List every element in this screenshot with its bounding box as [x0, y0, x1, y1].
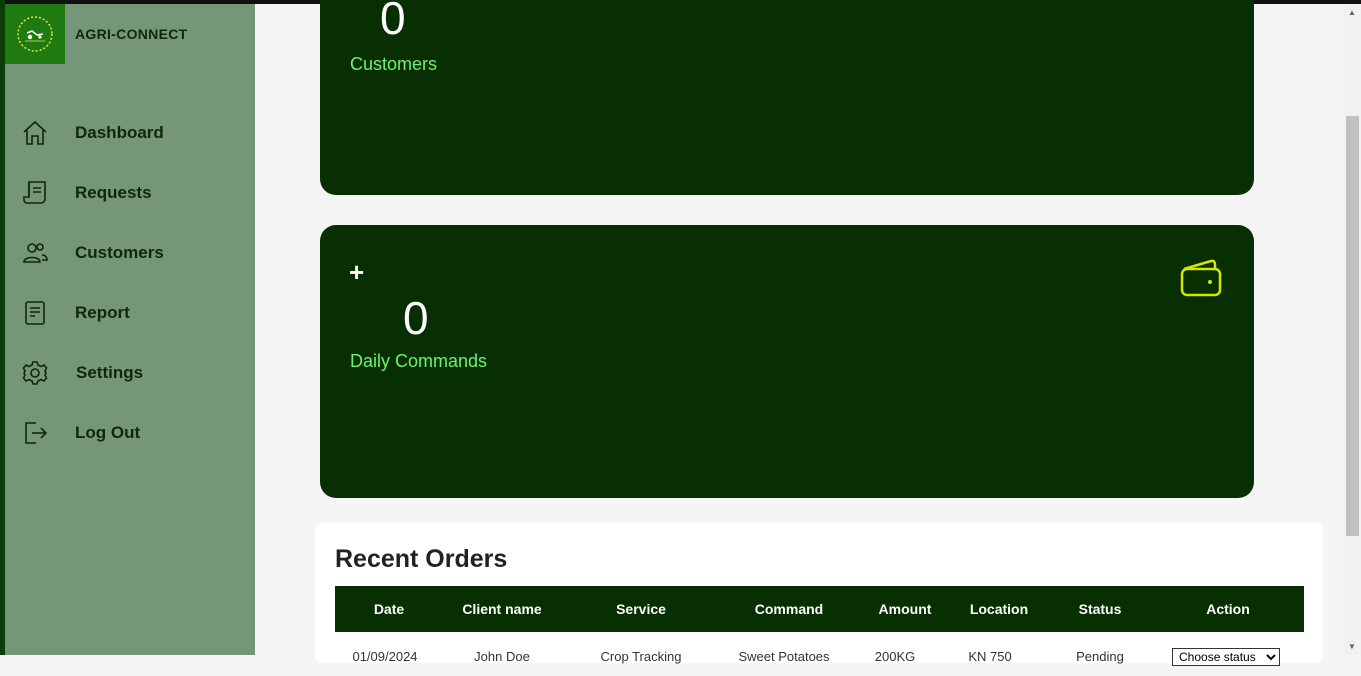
customers-card-label: Customers [350, 54, 438, 74]
sidebar-item-label: Customers [75, 243, 164, 262]
cell-service: Crop Tracking [600, 649, 682, 664]
column-header-service: Service [616, 601, 666, 617]
sidebar-item-settings[interactable]: Settings [5, 351, 255, 395]
daily-commands-count: 0 [403, 292, 429, 344]
daily-commands-card: + 0 Daily Commands [320, 225, 1254, 498]
customers-card: 0 Customers [320, 0, 1254, 195]
sidebar-item-label: Log Out [75, 423, 141, 442]
scroll-up-arrow-icon[interactable]: ▲ [1348, 8, 1356, 17]
plus-sign: + [349, 257, 365, 287]
scroll-down-arrow-icon[interactable]: ▼ [1348, 642, 1356, 651]
sidebar-item-label: Settings [76, 363, 144, 382]
home-icon [21, 119, 49, 147]
column-header-location: Location [969, 601, 1029, 617]
status-select[interactable]: Choose status [1172, 648, 1280, 666]
orders-table-header: Date Client name Service Command Amount … [335, 586, 1304, 632]
daily-commands-label: Daily Commands [350, 351, 488, 371]
customers-count: 0 [380, 0, 406, 44]
document-icon [21, 299, 49, 327]
cell-location: KN 750 [968, 649, 1012, 664]
brand-name: AGRI-CONNECT [75, 26, 188, 42]
scroll-thumb[interactable] [1346, 116, 1359, 536]
sidebar-item-label: Requests [75, 183, 152, 202]
sidebar: AGRI-CONNECT Dashboard Requests Customer… [5, 4, 255, 655]
main-content: 0 Customers + 0 Daily Commands Recent Or… [255, 0, 1344, 666]
column-header-date: Date [373, 601, 405, 617]
sidebar-item-label: Report [75, 303, 130, 322]
cell-status: Pending [1076, 649, 1124, 664]
logout-icon [21, 419, 49, 447]
cell-amount: 200KG [874, 649, 916, 664]
table-row: 01/09/2024 John Doe Crop Tracking Sweet … [335, 646, 1304, 676]
wallet-icon [1178, 257, 1224, 304]
receipt-icon [21, 179, 49, 207]
vertical-scrollbar[interactable]: ▲ ▼ [1344, 4, 1361, 655]
users-icon [21, 239, 49, 267]
tractor-logo-icon[interactable] [5, 4, 65, 64]
recent-orders-panel: Recent Orders Date Client name Service C… [315, 523, 1323, 666]
column-header-action: Action [1206, 601, 1250, 617]
cell-command: Sweet Potatoes [738, 649, 830, 664]
sidebar-item-logout[interactable]: Log Out [5, 411, 255, 455]
column-header-client-name: Client name [462, 601, 542, 617]
cell-client: John Doe [474, 649, 530, 664]
column-header-amount: Amount [878, 601, 932, 617]
sidebar-item-label: Dashboard [75, 123, 164, 142]
sidebar-item-dashboard[interactable]: Dashboard [5, 111, 255, 155]
brand: AGRI-CONNECT [5, 4, 255, 64]
gear-icon [21, 359, 49, 387]
sidebar-item-report[interactable]: Report [5, 291, 255, 335]
recent-orders-title: Recent Orders [335, 545, 508, 573]
column-header-command: Command [754, 601, 824, 617]
sidebar-item-requests[interactable]: Requests [5, 171, 255, 215]
cell-date: 01/09/2024 [352, 649, 418, 664]
sidebar-item-customers[interactable]: Customers [5, 231, 255, 275]
column-header-status: Status [1078, 601, 1122, 617]
